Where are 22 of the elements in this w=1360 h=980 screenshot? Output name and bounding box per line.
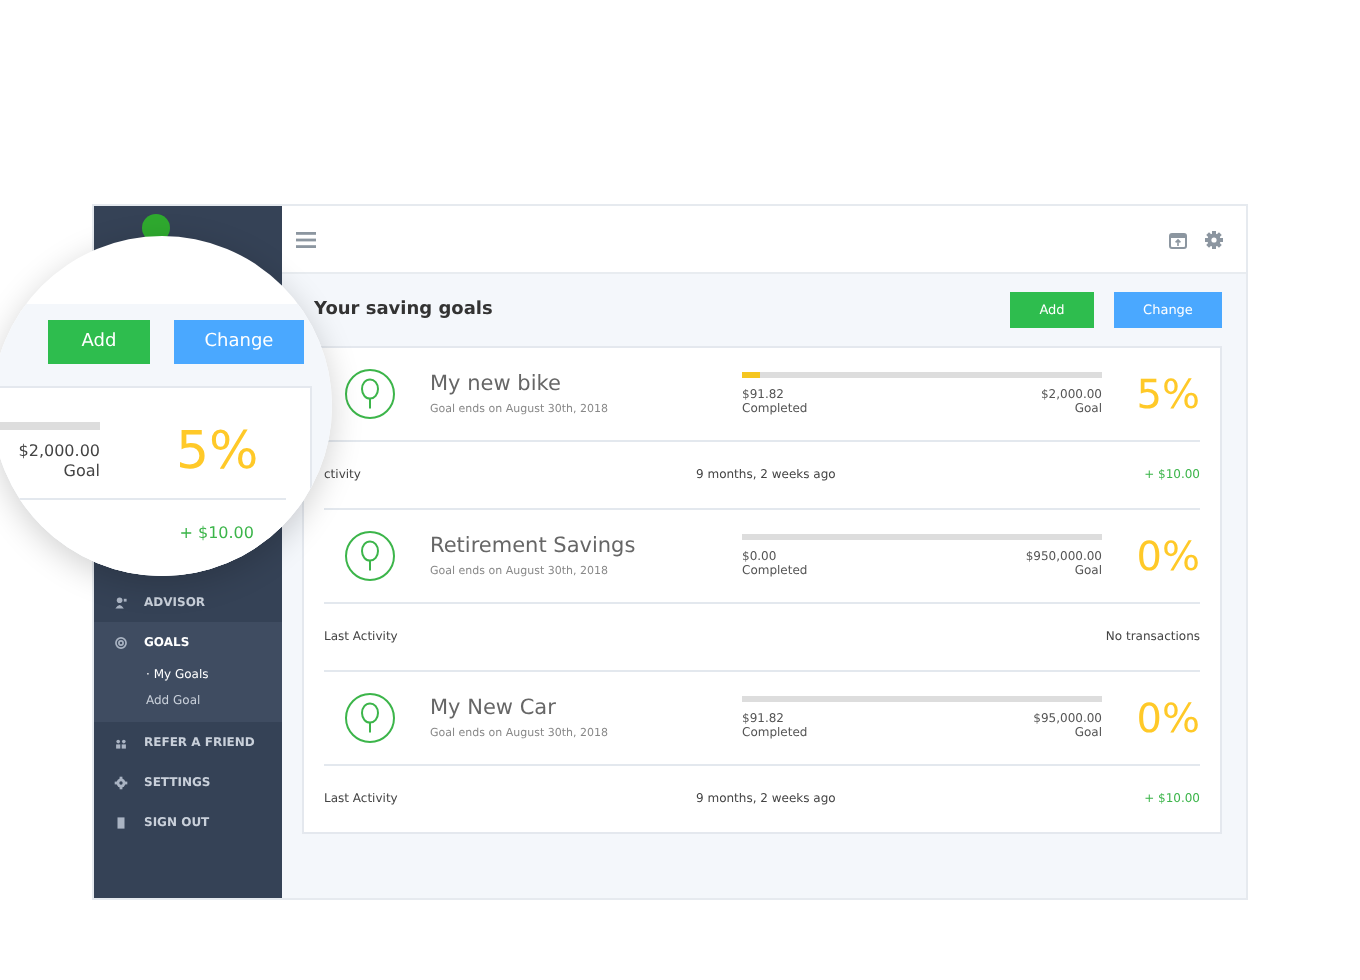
nav-icon [114, 635, 128, 649]
goal-percent: 5% [176, 422, 259, 482]
calendar-icon[interactable] [1168, 229, 1188, 249]
goal-name: Retirement Savings [430, 534, 638, 558]
goal-percent: 0% [1134, 532, 1200, 580]
nav-icon [114, 595, 128, 609]
balloon-icon [344, 368, 396, 420]
menu-icon[interactable] [296, 231, 316, 247]
nav-icon [114, 815, 128, 829]
settings-icon[interactable] [1204, 229, 1224, 249]
nav-icon [114, 735, 128, 749]
activity-amount: + $10.00 [179, 524, 254, 542]
goal-percent: 0% [1134, 694, 1200, 742]
goal-amount: $2,000.00 [18, 442, 100, 462]
page-title: Your saving goals [314, 300, 493, 320]
goal-name: My New Car [430, 696, 558, 720]
goal-percent: 5% [1134, 370, 1200, 418]
balloon-icon [344, 530, 396, 582]
goal-label: Goal [63, 462, 100, 482]
balloon-icon [344, 692, 396, 744]
nav-icon [114, 775, 128, 789]
goal-name: My new bike [430, 372, 563, 396]
